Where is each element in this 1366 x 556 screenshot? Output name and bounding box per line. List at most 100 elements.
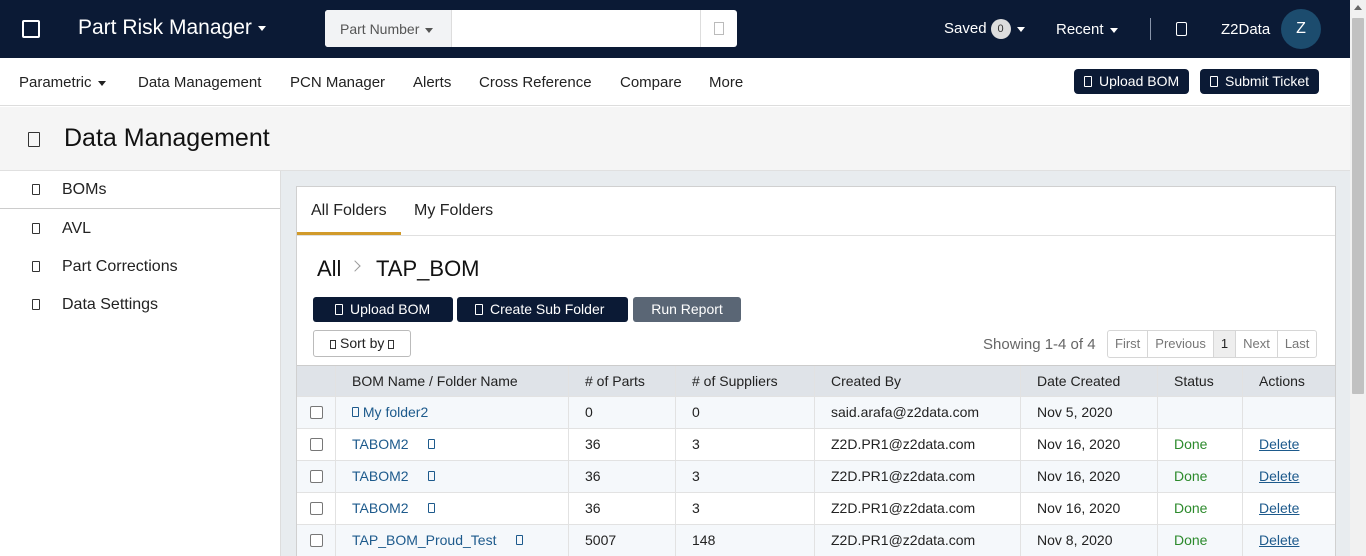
ticket-icon	[1210, 76, 1218, 87]
delete-link[interactable]: Delete	[1259, 436, 1299, 452]
recent-label: Recent	[1056, 21, 1104, 38]
bom-link[interactable]: TABOM2	[352, 500, 409, 516]
actions-cell	[1242, 397, 1335, 428]
file-icon	[32, 184, 40, 195]
page-scrollbar[interactable]	[1350, 0, 1366, 556]
menu-icon[interactable]	[22, 20, 40, 38]
submit-ticket-button[interactable]: Submit Ticket	[1200, 69, 1320, 94]
row-checkbox[interactable]	[310, 438, 323, 451]
name-cell: TABOM2	[335, 493, 568, 524]
nav-item-parametric[interactable]: Parametric	[19, 74, 106, 91]
sort-by-button[interactable]: Sort by	[313, 330, 411, 357]
table-row[interactable]: TABOM2 36 3 Z2D.PR1@z2data.com Nov 16, 2…	[297, 461, 1335, 493]
nav-item-pcn-manager[interactable]: PCN Manager	[290, 74, 385, 91]
table-row[interactable]: TAP_BOM_Proud_Test 5007 148 Z2D.PR1@z2da…	[297, 525, 1335, 556]
info-icon[interactable]	[427, 503, 435, 513]
sidebar-item-part-corrections[interactable]: Part Corrections	[0, 248, 280, 286]
user-name[interactable]: Z2Data	[1221, 21, 1270, 38]
column-header-suppliers[interactable]: # of Suppliers	[675, 366, 814, 396]
search-input[interactable]	[452, 10, 699, 47]
tab-my-folders[interactable]: My Folders	[400, 187, 507, 235]
column-header-parts[interactable]: # of Parts	[568, 366, 675, 396]
notification-icon[interactable]	[1176, 22, 1187, 36]
row-select-cell	[297, 429, 335, 460]
folder-plus-icon	[475, 304, 483, 315]
suppliers-cell: 148	[675, 525, 814, 556]
divider	[1150, 18, 1151, 40]
tab-all-folders[interactable]: All Folders	[297, 187, 401, 235]
chevron-right-icon	[349, 260, 361, 272]
avatar[interactable]: Z	[1281, 9, 1321, 49]
table-row[interactable]: TABOM2 36 3 Z2D.PR1@z2data.com Nov 16, 2…	[297, 493, 1335, 525]
nav-item-more[interactable]: More	[709, 74, 743, 91]
bom-link[interactable]: TABOM2	[352, 436, 409, 452]
sort-icon	[330, 340, 336, 349]
status-badge: Done	[1174, 532, 1208, 548]
nav-item-data-management[interactable]: Data Management	[138, 74, 261, 91]
nav-item-cross-reference[interactable]: Cross Reference	[479, 74, 592, 91]
pagination-previous[interactable]: Previous	[1147, 331, 1213, 357]
nav-item-alerts[interactable]: Alerts	[413, 74, 451, 91]
info-icon[interactable]	[427, 471, 435, 481]
bom-link[interactable]: TABOM2	[352, 468, 409, 484]
delete-link[interactable]: Delete	[1259, 468, 1299, 484]
recent-dropdown[interactable]: Recent	[1056, 21, 1118, 38]
actions-cell: Delete	[1242, 525, 1335, 556]
pagination-first[interactable]: First	[1108, 331, 1147, 357]
submit-ticket-label: Submit Ticket	[1225, 73, 1310, 89]
row-select-cell	[297, 493, 335, 524]
column-header-name[interactable]: BOM Name / Folder Name	[335, 366, 568, 396]
status-cell: Done	[1157, 429, 1242, 460]
create-sub-folder-button[interactable]: Create Sub Folder	[457, 297, 628, 322]
suppliers-cell: 3	[675, 461, 814, 492]
table-header: BOM Name / Folder Name # of Parts # of S…	[297, 365, 1335, 397]
results-count: Showing 1-4 of 4	[983, 336, 1096, 353]
saved-dropdown[interactable]: Saved 0	[944, 19, 1025, 39]
status-cell	[1157, 397, 1242, 428]
row-checkbox[interactable]	[310, 406, 323, 419]
breadcrumb-all[interactable]: All	[317, 256, 341, 282]
app-title-dropdown[interactable]: Part Risk Manager	[78, 16, 266, 40]
row-select-cell	[297, 461, 335, 492]
search-button[interactable]	[700, 10, 737, 47]
column-header-date-created[interactable]: Date Created	[1020, 366, 1157, 396]
suppliers-cell: 3	[675, 429, 814, 460]
sidebar-item-data-settings[interactable]: Data Settings	[0, 286, 280, 324]
pagination-next[interactable]: Next	[1235, 331, 1277, 357]
saved-label: Saved	[944, 19, 987, 37]
row-select-cell	[297, 397, 335, 428]
sidebar-item-boms[interactable]: BOMs	[0, 171, 280, 209]
pagination-page[interactable]: 1	[1212, 331, 1236, 357]
pagination-last[interactable]: Last	[1276, 331, 1317, 357]
sidebar-item-avl[interactable]: AVL	[0, 210, 280, 248]
table-row[interactable]: My folder2 0 0 said.arafa@z2data.com Nov…	[297, 397, 1335, 429]
search-type-select[interactable]: Part Number	[325, 10, 452, 47]
sidebar-item-label: BOMs	[62, 181, 107, 198]
search-type-label: Part Number	[340, 21, 420, 37]
suppliers-cell: 3	[675, 493, 814, 524]
nav-item-compare[interactable]: Compare	[620, 74, 682, 91]
info-icon[interactable]	[427, 439, 435, 449]
actions-cell: Delete	[1242, 461, 1335, 492]
scroll-up-icon[interactable]	[1354, 5, 1362, 10]
run-report-button[interactable]: Run Report	[633, 297, 741, 322]
chevron-down-icon	[257, 25, 266, 31]
delete-link[interactable]: Delete	[1259, 500, 1299, 516]
row-checkbox[interactable]	[310, 534, 323, 547]
row-checkbox[interactable]	[310, 502, 323, 515]
scrollbar-thumb[interactable]	[1352, 18, 1364, 394]
folder-icon	[352, 407, 359, 417]
info-icon[interactable]	[515, 535, 523, 545]
column-header-created-by[interactable]: Created By	[814, 366, 1020, 396]
parts-cell: 36	[568, 429, 675, 460]
tabs-divider	[297, 235, 1335, 236]
delete-link[interactable]: Delete	[1259, 532, 1299, 548]
upload-bom-action-button[interactable]: Upload BOM	[313, 297, 453, 322]
upload-bom-button[interactable]: Upload BOM	[1074, 69, 1190, 94]
column-header-status[interactable]: Status	[1157, 366, 1242, 396]
chevron-down-icon	[425, 27, 434, 33]
row-checkbox[interactable]	[310, 470, 323, 483]
bom-link[interactable]: TAP_BOM_Proud_Test	[352, 532, 496, 548]
folder-link[interactable]: My folder2	[363, 404, 428, 420]
table-row[interactable]: TABOM2 36 3 Z2D.PR1@z2data.com Nov 16, 2…	[297, 429, 1335, 461]
